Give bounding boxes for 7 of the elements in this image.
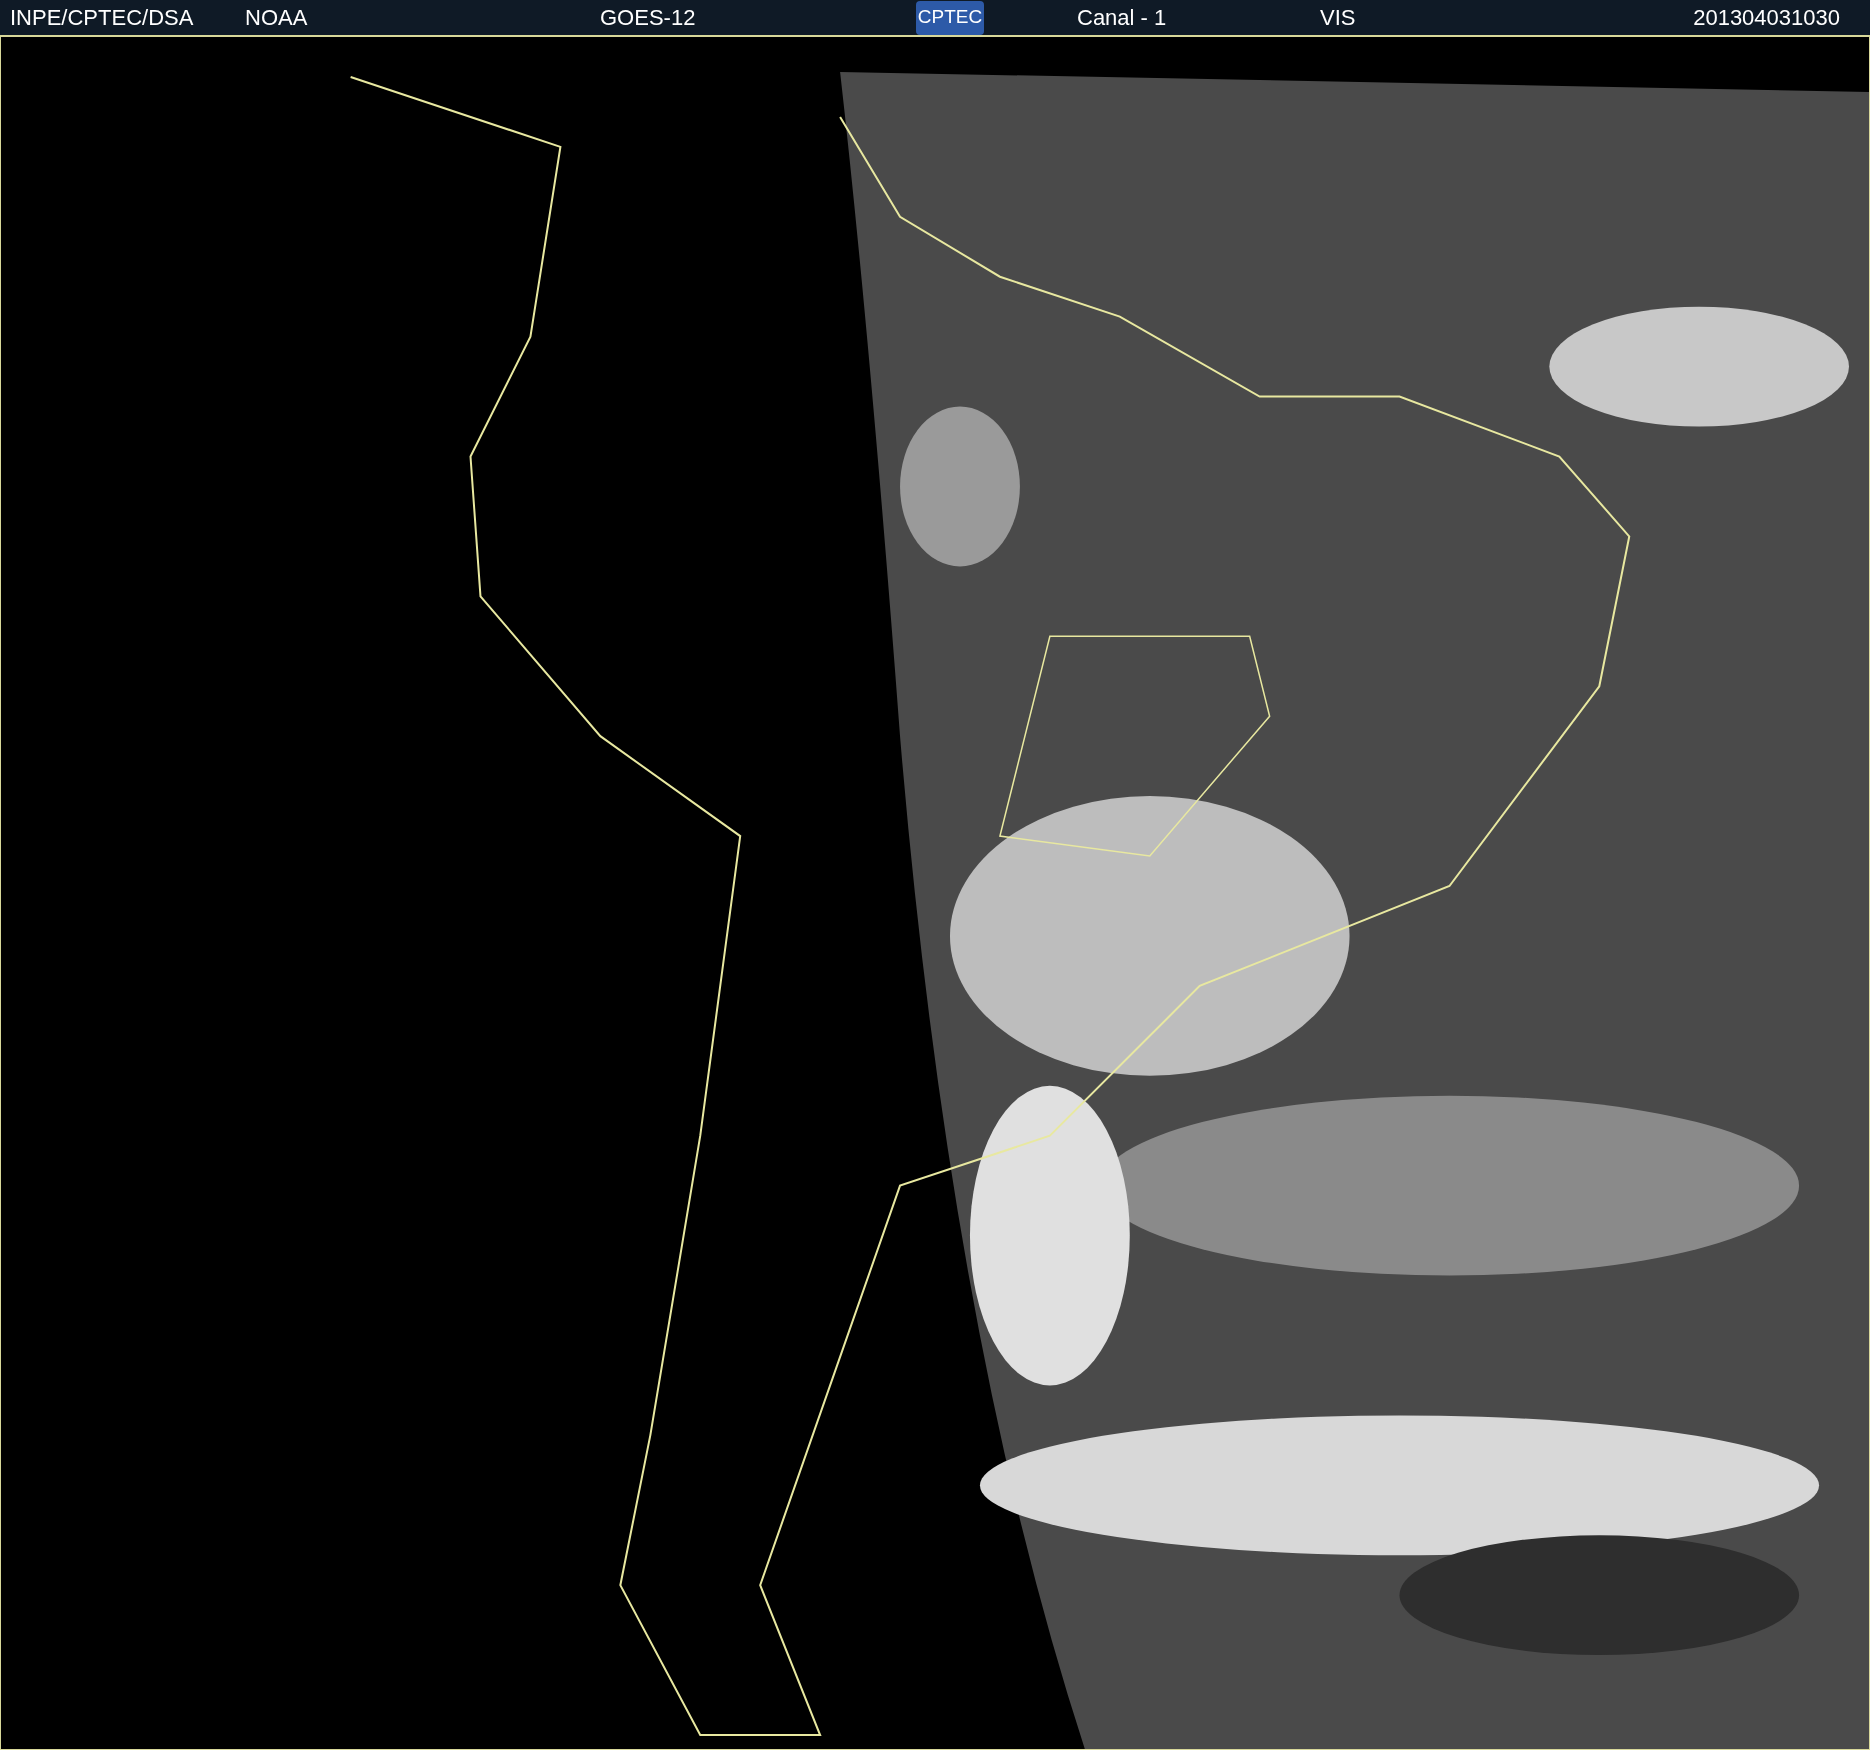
band-label: VIS <box>1320 6 1356 29</box>
timestamp-label: 201304031030 <box>1693 6 1840 29</box>
agency-label: NOAA <box>245 6 309 29</box>
source-label: INPE/CPTEC/DSA <box>10 6 195 29</box>
satellite-label: GOES-12 <box>600 6 697 29</box>
channel-label: Canal - 1 <box>1077 6 1168 29</box>
logo: CPTEC <box>916 0 984 35</box>
